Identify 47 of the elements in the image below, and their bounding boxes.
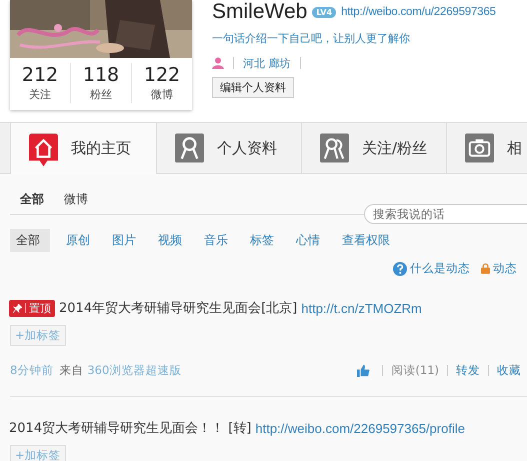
feed-tab[interactable]: 全部 [20,191,44,208]
edit-profile-button[interactable]: 编辑个人资料 [212,77,294,98]
stat-label[interactable]: 粉丝 [90,87,112,103]
stat-count[interactable]: 212 [22,63,58,87]
filter-tab[interactable]: 视频 [152,229,188,252]
camera-icon [465,133,494,163]
user-name: SmileWeb [212,0,308,24]
profile-link[interactable]: http://weibo.com/u/2269597365 [341,6,496,18]
feed-tab[interactable]: 微博 [64,191,88,208]
lock-icon [481,263,490,274]
post-action[interactable]: 收藏 [497,363,521,378]
filter-tab[interactable]: 图片 [106,229,142,252]
add-tag-button[interactable]: +加标签 [10,325,66,346]
thumbs-up-icon[interactable] [357,364,370,377]
filter-tab[interactable]: 全部 [10,229,50,252]
stat-count[interactable]: 118 [82,63,120,87]
intro-link[interactable]: 一句话介绍一下自己吧，让别人更了解你 [212,31,410,46]
person-icon [175,133,204,163]
source-label: 来自 [59,363,84,378]
source-link[interactable]: 360浏览器超速版 [87,363,182,378]
person-icon [212,57,224,69]
stat-label[interactable]: 关注 [29,87,51,103]
stat-label[interactable]: 微博 [151,87,173,103]
add-tag-button[interactable]: +加标签 [10,445,66,461]
home-icon [29,133,58,167]
people-icon [320,133,349,163]
profile-tab[interactable]: 我的主页 [10,123,157,174]
filter-tab[interactable]: 标签 [244,229,280,252]
filter-tab[interactable]: 原创 [60,229,96,252]
search-field[interactable]: 搜索我说的话 [364,204,527,224]
filter-tab[interactable]: 查看权限 [336,229,396,252]
post-link[interactable]: http://t.cn/zTMOZRm [301,300,422,316]
filter-tab[interactable]: 心情 [290,229,326,252]
filter-tab[interactable]: 音乐 [198,229,234,252]
help-link[interactable]: 动态 [493,261,517,276]
help-link[interactable]: 什么是动态 [410,261,470,276]
post-link[interactable]: http://weibo.com/2269597365/profile [255,420,465,436]
level-badge: LV4 [312,6,336,18]
pinned-badge: 置顶 [9,300,55,316]
post-time[interactable]: 8分钟前 [10,363,54,378]
stat-count[interactable]: 122 [144,63,180,87]
post-text: 2014贸大考研辅导研究生见面会！！ [转] [9,420,252,437]
post-action[interactable]: 阅读(11) [391,363,439,378]
location-link[interactable]: 河北 廊坊 [243,56,290,70]
post-text: 2014年贸大考研辅导研究生见面会[北京] [59,300,298,317]
help-icon [393,262,407,276]
post-action[interactable]: 转发 [456,363,480,378]
